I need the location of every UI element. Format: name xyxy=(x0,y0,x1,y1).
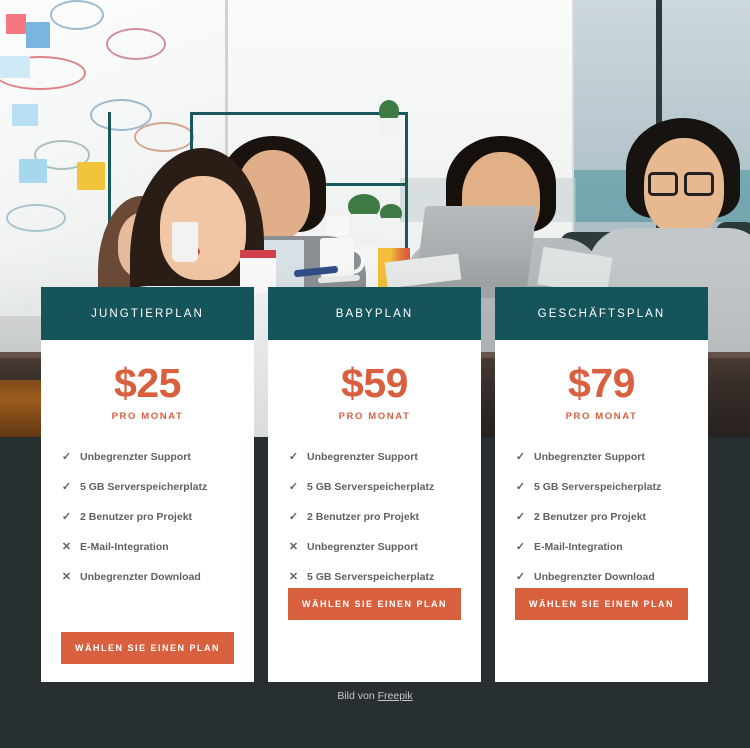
cross-icon: ✕ xyxy=(61,541,72,554)
feature-label: 5 GB Serverspeicherplatz xyxy=(307,571,435,584)
list-item: ✓ 5 GB Serverspeicherplatz xyxy=(515,479,688,496)
list-item: ✕ 5 GB Serverspeicherplatz xyxy=(288,569,461,586)
plan-title: JUNGTIERPLAN xyxy=(91,307,204,320)
list-item: ✓ 2 Benutzer pro Projekt xyxy=(515,509,688,526)
pricing-card-babyplan[interactable]: BABYPLAN $59 PRO MONAT ✓ Unbegrenzter Su… xyxy=(268,287,481,682)
plan-price: $79 xyxy=(568,360,635,406)
cross-icon: ✕ xyxy=(288,541,299,554)
choose-plan-button[interactable]: WÄHLEN SIE EINEN PLAN xyxy=(515,588,688,620)
feature-label: 2 Benutzer pro Projekt xyxy=(80,511,193,524)
list-item: ✓ 2 Benutzer pro Projekt xyxy=(61,509,234,526)
check-icon: ✓ xyxy=(288,451,299,464)
list-item: ✓ E-Mail-Integration xyxy=(515,539,688,556)
list-item: ✓ Unbegrenzter Support xyxy=(515,449,688,466)
feature-label: 5 GB Serverspeicherplatz xyxy=(307,481,435,494)
freepik-link[interactable]: Freepik xyxy=(378,690,413,702)
list-item: ✓ Unbegrenzter Support xyxy=(61,449,234,466)
shelf-mug xyxy=(327,216,349,236)
choose-plan-button[interactable]: WÄHLEN SIE EINEN PLAN xyxy=(61,632,234,664)
list-item: ✕ Unbegrenzter Download xyxy=(61,569,234,586)
list-item: ✓ 5 GB Serverspeicherplatz xyxy=(288,479,461,496)
card-header: JUNGTIERPLAN xyxy=(41,287,254,340)
feature-label: Unbegrenzter Support xyxy=(534,451,645,464)
list-item: ✓ Unbegrenzter Support xyxy=(288,449,461,466)
check-icon: ✓ xyxy=(61,511,72,524)
pricing-card-jungtierplan[interactable]: JUNGTIERPLAN $25 PRO MONAT ✓ Unbegrenzte… xyxy=(41,287,254,682)
pricing-cards: JUNGTIERPLAN $25 PRO MONAT ✓ Unbegrenzte… xyxy=(41,287,709,682)
plan-title: BABYPLAN xyxy=(335,307,414,320)
plan-price: $59 xyxy=(341,360,408,406)
card-body: $59 PRO MONAT ✓ Unbegrenzter Support ✓ 5… xyxy=(268,340,481,682)
check-icon: ✓ xyxy=(288,481,299,494)
check-icon: ✓ xyxy=(515,571,526,584)
feature-label: Unbegrenzter Download xyxy=(80,571,201,584)
list-item: ✕ Unbegrenzter Support xyxy=(288,539,461,556)
plan-period: PRO MONAT xyxy=(338,411,411,423)
pricing-card-geschaeftsplan[interactable]: GESCHÄFTSPLAN $79 PRO MONAT ✓ Unbegrenzt… xyxy=(495,287,708,682)
feature-label: Unbegrenzter Download xyxy=(534,571,655,584)
cta-wrapper: WÄHLEN SIE EINEN PLAN xyxy=(515,588,688,682)
page-root: JUNGTIERPLAN $25 PRO MONAT ✓ Unbegrenzte… xyxy=(0,0,750,748)
check-icon: ✓ xyxy=(515,481,526,494)
feature-label: Unbegrenzter Support xyxy=(307,541,418,554)
image-credit: Bild von Freepik xyxy=(0,690,750,702)
feature-list: ✓ Unbegrenzter Support ✓ 5 GB Serverspei… xyxy=(515,449,688,586)
feature-label: E-Mail-Integration xyxy=(80,541,169,554)
list-item: ✓ 2 Benutzer pro Projekt xyxy=(288,509,461,526)
check-icon: ✓ xyxy=(515,451,526,464)
check-icon: ✓ xyxy=(61,451,72,464)
feature-list: ✓ Unbegrenzter Support ✓ 5 GB Serverspei… xyxy=(288,449,461,586)
card-header: BABYPLAN xyxy=(268,287,481,340)
card-header: GESCHÄFTSPLAN xyxy=(495,287,708,340)
feature-label: 5 GB Serverspeicherplatz xyxy=(80,481,208,494)
cta-wrapper: WÄHLEN SIE EINEN PLAN xyxy=(288,588,461,682)
card-body: $25 PRO MONAT ✓ Unbegrenzter Support ✓ 5… xyxy=(41,340,254,682)
plan-title: GESCHÄFTSPLAN xyxy=(537,307,666,320)
check-icon: ✓ xyxy=(61,481,72,494)
list-item: ✓ 5 GB Serverspeicherplatz xyxy=(61,479,234,496)
card-body: $79 PRO MONAT ✓ Unbegrenzter Support ✓ 5… xyxy=(495,340,708,682)
list-item: ✓ Unbegrenzter Download xyxy=(515,569,688,586)
check-icon: ✓ xyxy=(515,511,526,524)
plan-period: PRO MONAT xyxy=(565,411,638,423)
feature-list: ✓ Unbegrenzter Support ✓ 5 GB Serverspei… xyxy=(61,449,234,586)
plan-period: PRO MONAT xyxy=(111,411,184,423)
cta-wrapper: WÄHLEN SIE EINEN PLAN xyxy=(61,632,234,682)
feature-label: E-Mail-Integration xyxy=(534,541,623,554)
choose-plan-button[interactable]: WÄHLEN SIE EINEN PLAN xyxy=(288,588,461,620)
check-icon: ✓ xyxy=(515,541,526,554)
check-icon: ✓ xyxy=(288,511,299,524)
feature-label: 2 Benutzer pro Projekt xyxy=(534,511,647,524)
paper-cup xyxy=(172,222,198,262)
list-item: ✕ E-Mail-Integration xyxy=(61,539,234,556)
feature-label: Unbegrenzter Support xyxy=(80,451,191,464)
feature-label: Unbegrenzter Support xyxy=(307,451,418,464)
cross-icon: ✕ xyxy=(288,571,299,584)
feature-label: 5 GB Serverspeicherplatz xyxy=(534,481,662,494)
plan-price: $25 xyxy=(114,360,181,406)
feature-label: 2 Benutzer pro Projekt xyxy=(307,511,420,524)
cross-icon: ✕ xyxy=(61,571,72,584)
credit-prefix: Bild von xyxy=(337,690,378,702)
